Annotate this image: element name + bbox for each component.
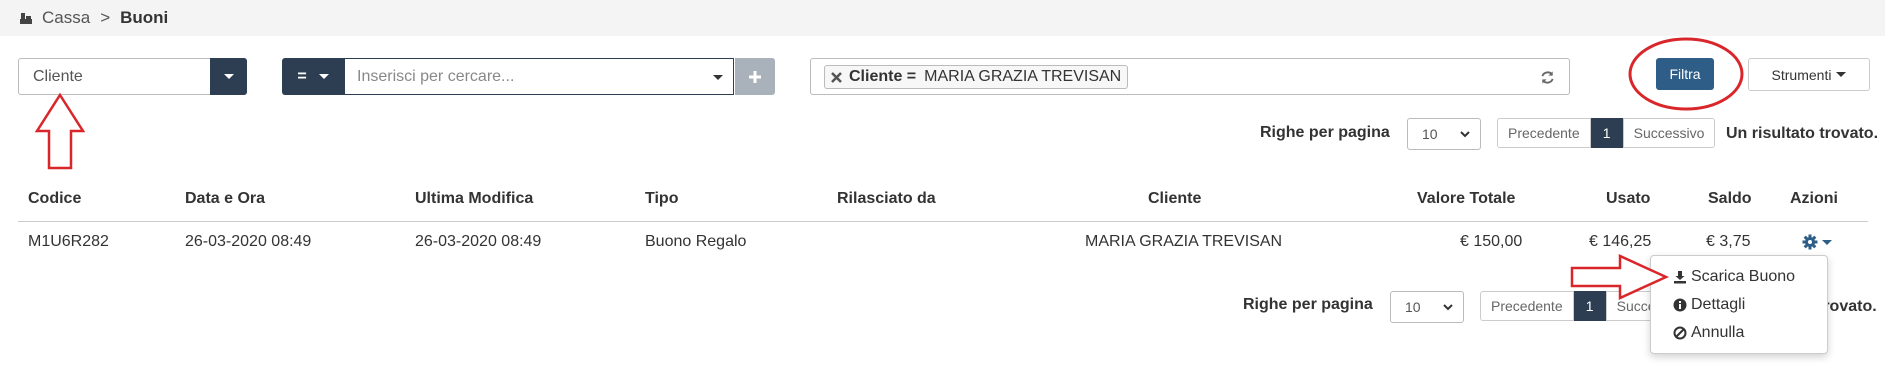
filter-field-select[interactable]: Cliente [18,58,247,95]
header-divider [18,221,1868,222]
chevron-down-icon [1836,72,1847,77]
annotation-arrow-up [34,92,86,170]
menu-item-details[interactable]: Dettagli [1673,296,1745,314]
prev-page-button-bottom[interactable]: Precedente [1480,291,1574,321]
cell-valore: € 150,00 [1460,233,1523,250]
menu-item-details-label: Dettagli [1691,296,1746,313]
annotation-ellipse [1628,37,1744,111]
breadcrumb: Cassa > Buoni [18,8,168,28]
chevron-down-icon [1443,304,1453,311]
rows-per-page-value-bottom: 10 [1405,299,1421,315]
col-header-tipo[interactable]: Tipo [645,190,678,208]
col-header-saldo[interactable]: Saldo [1708,190,1752,208]
col-header-valore[interactable]: Valore Totale [1417,190,1515,208]
tools-button-label: Strumenti [1771,66,1832,83]
col-header-modifica[interactable]: Ultima Modifica [415,190,533,208]
ban-icon [1673,326,1687,340]
breadcrumb-root[interactable]: Cassa [42,8,90,28]
rows-per-page-select-bottom[interactable]: 10 [1390,291,1464,323]
remove-chip-icon[interactable] [831,71,842,83]
chevron-down-icon [318,74,329,79]
col-header-codice[interactable]: Codice [28,190,81,208]
operator-value: = [297,67,307,85]
filter-chip: Cliente = MARIA GRAZIA TREVISAN [824,65,1129,89]
annotation-arrow-right [1570,254,1670,300]
cell-cliente: MARIA GRAZIA TREVISAN [1085,233,1283,250]
col-header-data[interactable]: Data e Ora [185,190,265,208]
cell-data: 26-03-2020 08:49 [185,233,312,250]
filter-chip-label: Cliente = [849,68,917,85]
search-placeholder: Inserisci per cercare... [357,68,515,85]
rows-per-page-select[interactable]: 10 [1407,118,1481,150]
breadcrumb-separator: > [100,8,111,27]
cell-codice: M1U6R282 [28,233,109,250]
rows-per-page-label: Righe per pagina [1260,124,1390,141]
col-header-cliente[interactable]: Cliente [1148,190,1201,208]
cell-modifica: 26-03-2020 08:49 [415,233,542,250]
search-input[interactable]: Inserisci per cercare... [344,58,734,95]
actions-dropdown-menu: Scarica Buono Dettagli Annulla [1650,255,1828,354]
cell-tipo: Buono Regalo [645,233,747,250]
plus-icon [749,70,761,83]
breadcrumb-current: Buoni [120,8,169,27]
chevron-down-icon [1460,131,1470,138]
download-icon [1674,271,1686,284]
menu-item-cancel-label: Annulla [1691,324,1745,341]
menu-item-cancel[interactable]: Annulla [1673,324,1744,342]
row-actions-button[interactable] [1802,234,1832,250]
active-filters-box[interactable]: Cliente = MARIA GRAZIA TREVISAN [810,58,1570,95]
col-header-usato[interactable]: Usato [1606,190,1650,208]
pagination-top: Precedente 1 Successivo [1497,118,1716,148]
cell-saldo: € 3,75 [1706,233,1751,250]
menu-item-download-label: Scarica Buono [1691,268,1796,285]
cash-register-icon [20,13,32,24]
col-header-azioni: Azioni [1790,190,1838,207]
menu-item-download[interactable]: Scarica Buono [1673,268,1795,286]
rows-per-page-label-bottom: Righe per pagina [1243,296,1373,313]
rows-per-page-value: 10 [1422,126,1438,142]
prev-page-button[interactable]: Precedente [1497,118,1591,148]
filter-field-value: Cliente [33,68,83,85]
refresh-icon[interactable] [1540,70,1555,85]
gear-icon [1802,234,1818,250]
filter-field-dropdown-button[interactable] [210,58,247,95]
page-number-button[interactable]: 1 [1590,118,1623,148]
info-icon [1673,298,1687,312]
chevron-down-icon [713,75,723,80]
add-filter-button[interactable] [735,58,775,95]
chevron-down-icon [1822,239,1832,245]
top-bar: Cassa > Buoni [0,0,1885,36]
operator-select[interactable]: = [282,58,344,95]
result-count: Un risultato trovato. [1726,125,1879,142]
chevron-down-icon [223,74,234,79]
tools-button[interactable]: Strumenti [1748,58,1870,91]
filter-chip-value: MARIA GRAZIA TREVISAN [924,68,1122,85]
cell-usato: € 146,25 [1589,233,1652,250]
next-page-button[interactable]: Successivo [1622,118,1716,148]
col-header-rilasciato[interactable]: Rilasciato da [837,190,936,208]
